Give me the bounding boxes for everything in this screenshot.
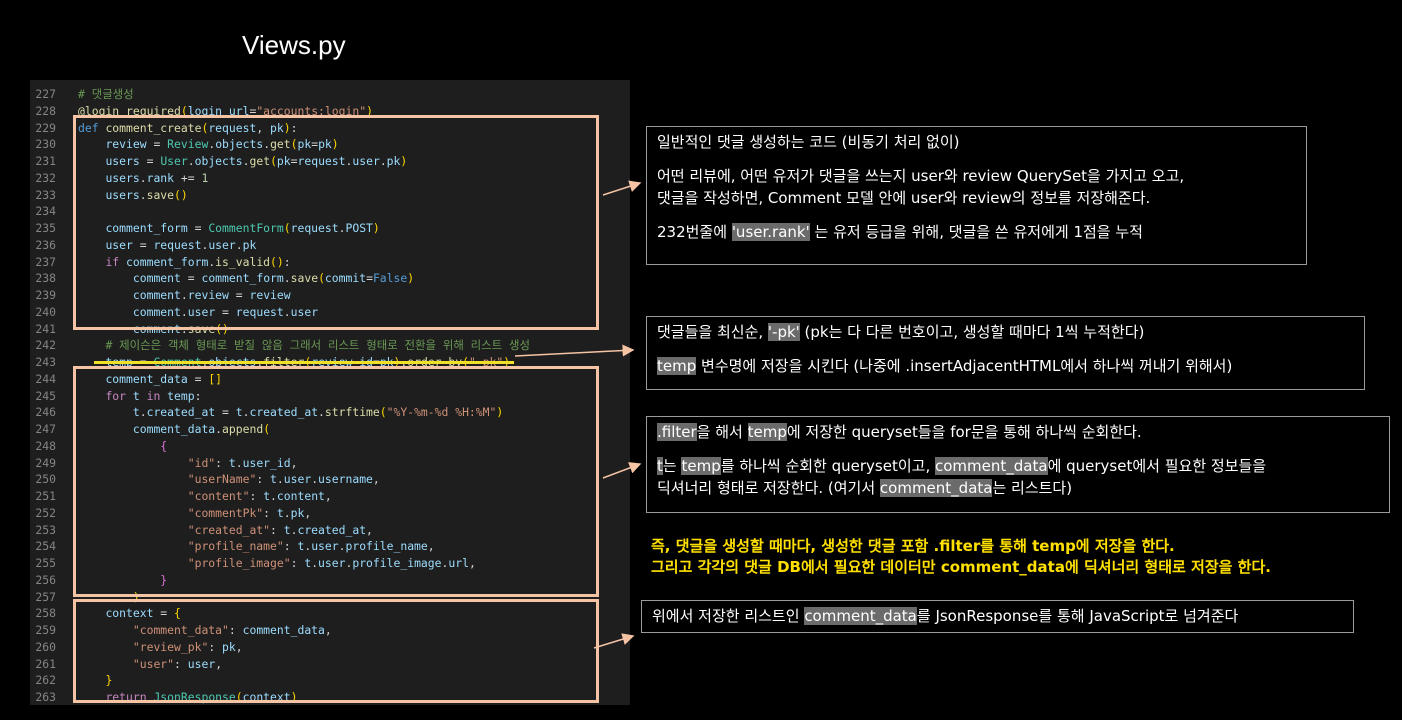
line-number: 239 [35,288,56,302]
code-token: # 제이슨은 객체 형태로 받질 않음 그래서 리스트 형태로 전환을 위해 리… [105,338,530,353]
code-tag: temp [657,357,697,375]
line-number: 235 [35,221,56,235]
highlight-box-context [73,599,599,703]
line-number: 242 [35,338,56,353]
line-number: 234 [35,204,56,219]
code-tag: comment_data [879,479,993,497]
summary-line-1: 즉, 댓글을 생성할 때마다, 생성한 댓글 포함 .filter를 통해 te… [651,537,1175,555]
line-number: 238 [35,271,56,286]
line-number: 229 [35,120,56,135]
note-for-loop: .filter을 해서 temp에 저장한 queryset들을 for문을 통… [646,416,1390,513]
code-tag: '-pk' [767,323,800,341]
line-number: 263 [35,690,56,704]
line-number: 254 [35,539,56,554]
note-1-line-1: 일반적인 댓글 생성하는 코드 (비동기 처리 없이) [657,133,960,151]
line-number: 259 [35,623,56,637]
line-number: 230 [35,137,56,152]
line-number: 252 [35,505,56,520]
line-number: 260 [35,639,56,654]
line-number: 262 [35,673,56,688]
summary-line-2: 그리고 각각의 댓글 DB에서 필요한 데이터만 comment_data에 딕… [651,558,1271,576]
highlight-underline-temp [94,361,514,364]
line-number: 245 [35,388,56,403]
line-number: 249 [35,455,56,470]
line-number: 255 [35,556,56,570]
note-2-line-1: 댓글들을 최신순, '-pk' (pk는 다 다른 번호이고, 생성할 때마다 … [657,323,1145,341]
line-number: 228 [35,103,56,118]
code-tag: 'user.rank' [731,223,810,241]
line-number: 261 [35,656,56,671]
code-tag: temp [747,423,787,441]
line-number: 248 [35,438,56,453]
line-number: 247 [35,422,56,436]
note-comment-create: 일반적인 댓글 생성하는 코드 (비동기 처리 없이) 어떤 리뷰에, 어떤 유… [646,126,1307,265]
line-number: 232 [35,170,56,185]
line-number: 243 [35,355,56,369]
note-1-line-3: 댓글을 작성하면, Comment 모델 안에 user와 review의 정보… [657,189,1151,207]
line-number: 257 [35,589,56,604]
summary-text: 즉, 댓글을 생성할 때마다, 생성한 댓글 포함 .filter를 통해 te… [651,536,1271,578]
note-3-line-1: .filter을 해서 temp에 저장한 queryset들을 for문을 통… [657,423,1142,441]
line-number: 240 [35,304,56,319]
note-temp: 댓글들을 최신순, '-pk' (pk는 다 다른 번호이고, 생성할 때마다 … [646,316,1365,390]
note-3-line-2: t는 temp를 하나씩 순회한 queryset이고, comment_dat… [657,457,1267,475]
line-number: 227 [35,87,56,101]
note-4-line-1: 위에서 저장한 리스트인 comment_data를 JsonResponse를… [652,607,1239,625]
note-2-line-2: temp 변수명에 저장을 시킨다 (나중에 .insertAdjacentHT… [657,357,1233,375]
note-1-line-4: 232번줄에 'user.rank' 는 유저 등급을 위해, 댓글을 쓴 유저… [657,223,1143,241]
line-number: 258 [35,606,56,621]
slide-title: Views.py [242,30,346,60]
line-number: 233 [35,187,56,202]
note-context: 위에서 저장한 리스트인 comment_data를 JsonResponse를… [641,600,1354,633]
note-1-line-2: 어떤 리뷰에, 어떤 유저가 댓글을 쓰는지 user와 review Quer… [657,167,1185,185]
line-number: 241 [35,321,56,336]
line-number: 250 [35,472,56,487]
line-number: 237 [35,254,56,269]
code-tag: .filter [657,423,697,441]
highlight-box-comment-create [73,115,599,330]
code-line: 242 # 제이슨은 객체 형태로 받질 않음 그래서 리스트 형태로 전환을 … [30,337,530,354]
line-number: 256 [35,572,56,587]
highlight-box-for-loop [73,366,599,597]
code-line: 227 # 댓글생성 [30,86,134,103]
code-line: 234 [30,203,78,220]
code-tag: comment_data [804,607,917,625]
line-number: 253 [35,522,56,537]
line-number: 251 [35,489,56,503]
note-3-line-3: 딕셔너리 형태로 저장한다. (여기서 comment_data는 리스트다) [657,479,1073,497]
code-token: # 댓글생성 [78,87,134,101]
line-number: 244 [35,371,56,386]
line-number: 231 [35,154,56,168]
line-number: 246 [35,405,56,420]
code-tag: comment_data [935,457,1048,475]
line-number: 236 [35,237,56,252]
code-tag: temp [681,457,721,475]
